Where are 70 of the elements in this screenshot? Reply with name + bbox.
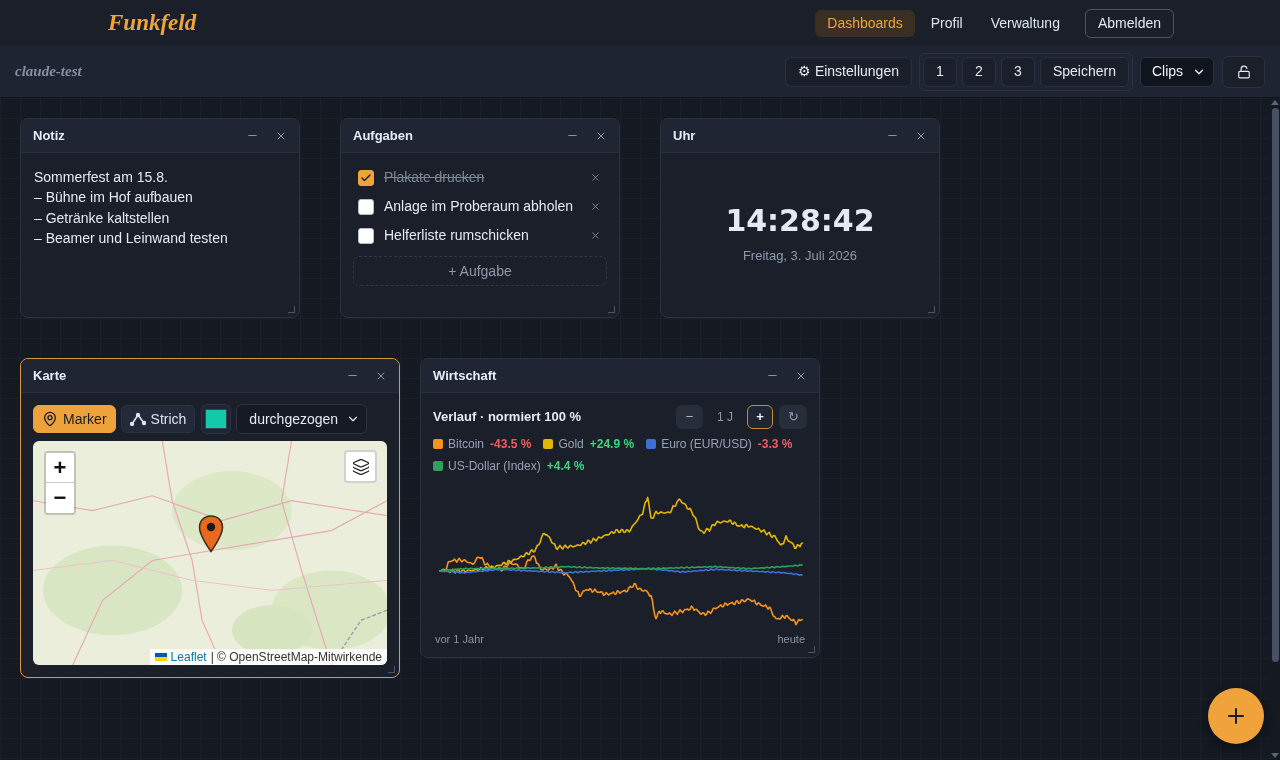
- refresh-button[interactable]: ↻: [779, 405, 807, 429]
- remove-icon[interactable]: [590, 230, 601, 241]
- scroll-down-icon[interactable]: [1271, 753, 1279, 758]
- tool-button[interactable]: Marker: [33, 405, 116, 433]
- widget-title: Aufgaben: [353, 126, 413, 145]
- remove-icon[interactable]: [590, 172, 601, 183]
- map-marker-icon[interactable]: [198, 515, 224, 553]
- view-select[interactable]: Clips: [1140, 56, 1214, 87]
- resize-handle-icon[interactable]: [388, 666, 395, 673]
- save-button[interactable]: Speichern: [1039, 56, 1129, 87]
- axis-label: heute: [777, 632, 805, 646]
- nav-link[interactable]: Verwaltung: [978, 9, 1072, 37]
- decrease-range-button[interactable]: −: [676, 405, 703, 429]
- clock-time: 14:28:42: [725, 202, 875, 240]
- nav-link[interactable]: Dashboards: [815, 9, 915, 37]
- resize-handle-icon[interactable]: [608, 306, 615, 313]
- add-widget-button[interactable]: [1208, 688, 1264, 744]
- layers-icon: [351, 457, 370, 476]
- axis-label: vor 1 Jahr: [435, 632, 484, 646]
- change-value: +4.4 %: [546, 458, 585, 475]
- range-label: 1 J: [717, 409, 733, 426]
- dashboard-name: claude-test: [15, 62, 82, 82]
- resize-handle-icon[interactable]: [288, 306, 295, 313]
- slot-button[interactable]: 1: [922, 56, 957, 87]
- checkbox[interactable]: [358, 169, 374, 186]
- resize-handle-icon[interactable]: [808, 646, 815, 653]
- line-style-select[interactable]: durchgezogen: [236, 404, 368, 434]
- leaflet-link[interactable]: Leaflet: [170, 649, 207, 665]
- task-label: Plakate drucken: [384, 168, 486, 187]
- task-label: Anlage im Proberaum abholen: [384, 197, 575, 216]
- note-textarea[interactable]: Sommerfest am 15.8. – Bühne im Hof aufbauen – Getränke kaltstellen – Beamer und Leinwand testen: [34, 167, 286, 249]
- tool-button[interactable]: Strich: [120, 405, 196, 433]
- check-icon: [360, 171, 372, 184]
- legend-label: US-Dollar (Index): [448, 458, 541, 475]
- checkbox[interactable]: [358, 198, 374, 215]
- zoom-in-button[interactable]: +: [46, 453, 74, 483]
- zoom-out-button[interactable]: −: [46, 483, 74, 513]
- scroll-up-icon[interactable]: [1271, 100, 1279, 105]
- pin-icon: [42, 411, 58, 427]
- checkbox[interactable]: [358, 227, 374, 244]
- polyline-icon: [129, 412, 146, 426]
- nav-link[interactable]: Profil: [918, 9, 975, 37]
- legend-label: Euro (EUR/USD): [661, 436, 752, 453]
- flag-icon: [154, 653, 167, 661]
- legend-label: Gold: [558, 436, 584, 453]
- attribution-text: | © OpenStreetMap-Mitwirkende: [210, 649, 382, 665]
- task-label: Helferliste rumschicken: [384, 226, 530, 245]
- app-logo[interactable]: Funkfeld: [108, 5, 197, 41]
- lock-button[interactable]: [1222, 55, 1265, 88]
- change-value: -3.3 %: [757, 436, 793, 453]
- settings-button[interactable]: ⚙ Einstellungen: [785, 56, 912, 87]
- slot-button[interactable]: 3: [1000, 56, 1035, 87]
- logout-button[interactable]: Abmelden: [1084, 8, 1174, 38]
- resize-handle-icon[interactable]: [928, 306, 935, 313]
- widget-title: Notiz: [33, 126, 65, 145]
- add-task-button[interactable]: + Aufgabe: [353, 256, 607, 286]
- change-value: +24.9 %: [589, 436, 635, 453]
- widget-title: Uhr: [673, 126, 696, 145]
- remove-icon[interactable]: [590, 201, 601, 212]
- scrollbar-thumb[interactable]: [1271, 108, 1279, 662]
- increase-range-button[interactable]: +: [747, 405, 773, 429]
- widget-title: Wirtschaft: [433, 366, 497, 385]
- clock-date: Freitag, 3. Juli 2026: [742, 247, 858, 265]
- legend-label: Bitcoin: [448, 436, 485, 453]
- slot-button[interactable]: 2: [961, 56, 996, 87]
- layers-button[interactable]: [344, 450, 377, 483]
- widget-title: Karte: [33, 366, 67, 385]
- change-value: -43.5 %: [490, 436, 532, 453]
- chart-subtitle: Verlauf · normiert 100 %: [433, 408, 582, 427]
- lock-icon: [1236, 64, 1251, 79]
